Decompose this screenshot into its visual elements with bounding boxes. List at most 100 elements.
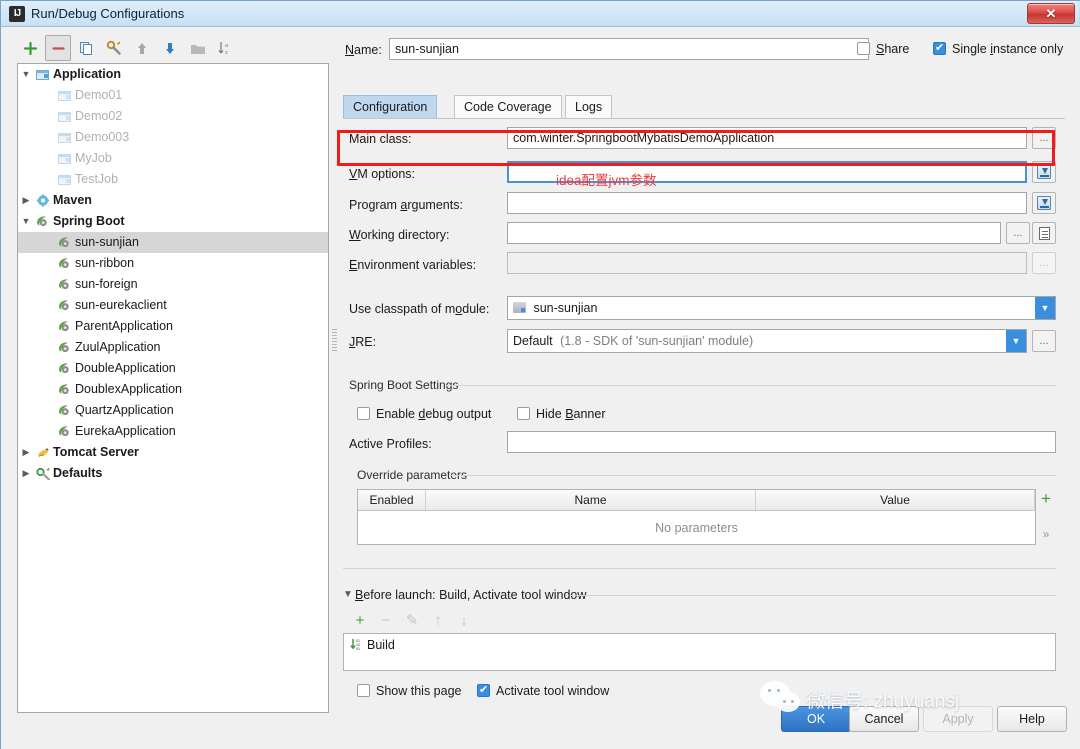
sort-configurations-button[interactable]: a z: [213, 35, 239, 61]
classpath-module-combo[interactable]: sun-sunjian ▼: [507, 296, 1056, 320]
tree-twist-icon[interactable]: ▼: [18, 211, 34, 232]
tree-item-sun-foreign[interactable]: sun-foreign: [18, 274, 328, 295]
run-debug-configurations-dialog: IJ Run/Debug Configurations ✕ a z ▼ Appl…: [0, 0, 1080, 749]
add-task-button[interactable]: +: [349, 609, 371, 631]
before-launch-twist-icon[interactable]: ▼: [343, 589, 353, 600]
panel-splitter[interactable]: [332, 327, 338, 367]
tree-item-spring-boot[interactable]: ▼ Spring Boot: [18, 211, 328, 232]
tree-item-defaults[interactable]: ▶ Defaults: [18, 463, 328, 484]
tab-label: Configuration: [353, 100, 428, 114]
jre-combo[interactable]: Default (1.8 - SDK of 'sun-sunjian' modu…: [507, 329, 1027, 353]
tree-item-parentapplication[interactable]: ParentApplication: [18, 316, 328, 337]
chevron-down-icon[interactable]: ▼: [1035, 297, 1055, 319]
tab-logs[interactable]: Logs: [565, 95, 613, 118]
tree-item-sun-eurekaclient[interactable]: sun-eurekaclient: [18, 295, 328, 316]
application-icon: [56, 132, 74, 144]
tree-item-zuulapplication[interactable]: ZuulApplication: [18, 337, 328, 358]
environment-variables-input[interactable]: [507, 252, 1027, 274]
tree-item-label: Demo02: [75, 109, 123, 123]
tree-twist-icon[interactable]: ▶: [18, 463, 34, 484]
tree-twist-icon[interactable]: ▶: [18, 442, 34, 463]
tree-item-doublexapplication[interactable]: DoublexApplication: [18, 379, 328, 400]
before-launch-task-item[interactable]: 01 10 01 Build: [344, 634, 1055, 655]
enable-debug-output-checkbox[interactable]: [357, 407, 370, 420]
tree-twist-icon[interactable]: ▶: [18, 190, 34, 211]
show-this-page-label: Show this page: [376, 684, 462, 698]
classpath-module-label: Use classpath of module:: [349, 302, 490, 316]
table-header-row: Enabled Name Value: [358, 490, 1035, 511]
tree-item-quartzapplication[interactable]: QuartzApplication: [18, 400, 328, 421]
before-launch-task-label: Build: [367, 637, 395, 652]
main-class-input[interactable]: com.winter.SpringbootMybatisDemoApplicat…: [507, 127, 1027, 149]
tree-item-testjob[interactable]: TestJob: [18, 169, 328, 190]
move-task-down-button[interactable]: ↓: [453, 609, 475, 631]
remove-configuration-button[interactable]: [45, 35, 71, 61]
edit-templates-button[interactable]: [101, 35, 127, 61]
insert-macro-button[interactable]: [1032, 222, 1056, 244]
hide-banner-checkbox[interactable]: [517, 407, 530, 420]
environment-variables-label: Environment variables:: [349, 258, 477, 272]
program-arguments-expand-button[interactable]: [1032, 192, 1056, 214]
tree-item-eurekaapplication[interactable]: EurekaApplication: [18, 421, 328, 442]
expand-editor-icon: [1037, 196, 1051, 210]
move-task-up-button[interactable]: ↑: [427, 609, 449, 631]
environment-variables-browse-button[interactable]: ...: [1032, 252, 1056, 274]
column-header-value[interactable]: Value: [756, 490, 1035, 510]
chevron-down-icon[interactable]: ▼: [1006, 330, 1026, 352]
working-directory-browse-button[interactable]: ...: [1006, 222, 1030, 244]
maven-icon: [34, 194, 52, 207]
more-parameters-button[interactable]: »: [1036, 524, 1056, 544]
name-input[interactable]: sun-sunjian: [389, 38, 869, 60]
tree-item-demo02[interactable]: Demo02: [18, 106, 328, 127]
edit-task-button[interactable]: ✎: [401, 609, 423, 631]
vm-options-expand-button[interactable]: [1032, 161, 1056, 183]
defaults-icon: [34, 467, 52, 480]
working-directory-input[interactable]: [507, 222, 1001, 244]
tree-item-maven[interactable]: ▶ Maven: [18, 190, 328, 211]
add-configuration-button[interactable]: [17, 35, 43, 61]
single-instance-only-checkbox[interactable]: [933, 41, 946, 55]
tomcat-icon: [34, 446, 52, 459]
tree-twist-icon[interactable]: ▼: [18, 64, 34, 85]
spring-boot-icon: [56, 362, 74, 375]
column-header-enabled[interactable]: Enabled: [358, 490, 426, 510]
jre-browse-button[interactable]: ...: [1032, 330, 1056, 352]
tab-code-coverage[interactable]: Code Coverage: [454, 95, 562, 118]
remove-task-button[interactable]: −: [375, 609, 397, 631]
spring-boot-icon: [56, 404, 74, 417]
main-class-browse-button[interactable]: ...: [1032, 127, 1056, 149]
table-empty-message: No parameters: [655, 520, 738, 535]
annotation-note-text: idea配置jvm参数: [556, 173, 657, 188]
tree-item-label: MyJob: [75, 151, 112, 165]
tree-item-myjob[interactable]: MyJob: [18, 148, 328, 169]
tree-item-application[interactable]: ▼ Application: [18, 64, 328, 85]
share-checkbox[interactable]: [857, 42, 870, 55]
active-profiles-input[interactable]: [507, 431, 1056, 453]
tree-item-demo003[interactable]: Demo003: [18, 127, 328, 148]
tree-item-label: sun-ribbon: [75, 256, 135, 270]
override-parameters-table[interactable]: Enabled Name Value No parameters: [357, 489, 1036, 545]
tree-item-demo01[interactable]: Demo01: [18, 85, 328, 106]
close-icon[interactable]: ✕: [1027, 3, 1075, 24]
column-header-name[interactable]: Name: [426, 490, 756, 510]
move-into-folder-button[interactable]: [185, 35, 211, 61]
configurations-tree[interactable]: ▼ Application Demo01 Demo02 Demo003 MyJo…: [17, 63, 329, 713]
activate-tool-window-checkbox[interactable]: [477, 683, 490, 697]
move-down-button[interactable]: [157, 35, 183, 61]
before-launch-task-list[interactable]: 01 10 01 Build: [343, 633, 1056, 671]
tree-item-sun-ribbon[interactable]: sun-ribbon: [18, 253, 328, 274]
tree-item-tomcat-server[interactable]: ▶ Tomcat Server: [18, 442, 328, 463]
tree-item-doubleapplication[interactable]: DoubleApplication: [18, 358, 328, 379]
move-up-button[interactable]: [129, 35, 155, 61]
enable-debug-output-label: Enable debug output: [376, 407, 492, 421]
copy-configuration-button[interactable]: [73, 35, 99, 61]
show-this-page-checkbox[interactable]: [357, 684, 370, 697]
editor-tabs: Configuration Code Coverage Logs: [343, 95, 1065, 119]
spring-boot-icon: [56, 236, 74, 249]
tab-configuration[interactable]: Configuration: [343, 95, 438, 118]
tree-item-sun-sunjian[interactable]: sun-sunjian: [18, 232, 328, 253]
working-directory-label: Working directory:: [349, 228, 450, 242]
program-arguments-input[interactable]: [507, 192, 1027, 214]
add-parameter-button[interactable]: +: [1036, 489, 1056, 509]
help-button[interactable]: Help: [997, 706, 1067, 732]
